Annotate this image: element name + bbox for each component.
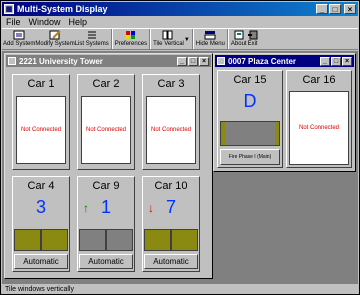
tile-vertical-icon: [162, 30, 174, 40]
toolbar-separator: [149, 29, 152, 49]
car-1-panel[interactable]: Car 1 Not Connected: [12, 74, 70, 170]
car-16-panel[interactable]: Car 16 Not Connected: [286, 70, 352, 168]
toolbar-separator: [191, 29, 194, 49]
not-connected-display: Not Connected: [81, 96, 131, 164]
about-button[interactable]: About: [231, 29, 247, 49]
tile-vertical-button[interactable]: Tile Vertical: [153, 29, 184, 49]
modify-system-icon: [49, 30, 61, 40]
window-system-icon[interactable]: [217, 57, 225, 65]
menu-bar: File Window Help: [2, 16, 358, 28]
app-title: Multi-System Display: [17, 4, 108, 14]
preferences-button[interactable]: Preferences: [115, 29, 147, 49]
car-mode: Automatic: [79, 254, 133, 269]
floor-position: 3: [35, 197, 46, 217]
car-name: Car 15: [233, 74, 267, 86]
preferences-icon: [125, 30, 137, 40]
car-10-panel[interactable]: Car 10 ↓ 7 Automatic: [142, 176, 200, 272]
floor-position: 1: [100, 197, 111, 217]
car-name: Car 1: [27, 78, 55, 90]
door-status: [14, 229, 68, 251]
minimize-button[interactable]: _: [320, 56, 330, 66]
menu-window[interactable]: Window: [29, 17, 61, 27]
about-icon: [233, 30, 245, 40]
not-connected-display: Not Connected: [16, 96, 66, 164]
car-4-panel[interactable]: Car 4 3 Automatic: [12, 176, 70, 272]
app-titlebar[interactable]: ▦ Multi-System Display _ □ ×: [2, 2, 358, 16]
connection-status: Not Connected: [85, 127, 127, 133]
door-status: [144, 229, 198, 251]
floor-position: 7: [165, 197, 176, 217]
toolbar-separator: [110, 29, 113, 49]
dropdown-arrow-icon: ▼: [183, 36, 190, 43]
tile-dropdown-button[interactable]: ▼: [184, 29, 190, 49]
window-title: 2221 University Tower: [19, 56, 103, 66]
car-name: Car 3: [157, 78, 185, 90]
modify-system-button[interactable]: Modify System: [35, 29, 75, 49]
exit-icon: [247, 30, 259, 40]
toolbar-separator: [226, 29, 229, 49]
status-text: Tile windows vertically: [5, 286, 74, 293]
door-status: [79, 229, 133, 251]
main-window: ▦ Multi-System Display _ □ × File Window…: [0, 0, 360, 295]
car-3-panel[interactable]: Car 3 Not Connected: [142, 74, 200, 170]
connection-status: Not Connected: [20, 127, 62, 133]
car-2-panel[interactable]: Car 2 Not Connected: [77, 74, 135, 170]
add-system-button[interactable]: Add System: [3, 29, 35, 49]
menu-file[interactable]: File: [6, 17, 21, 27]
menu-help[interactable]: Help: [69, 17, 88, 27]
door-status: [220, 121, 280, 146]
status-bar: Tile windows vertically: [2, 283, 358, 294]
car-15-panel[interactable]: Car 15 D Fire Phase I (Main): [217, 70, 283, 168]
app-icon[interactable]: ▦: [4, 4, 14, 14]
window-system-icon[interactable]: [8, 57, 16, 65]
not-connected-display: Not Connected: [289, 91, 349, 165]
add-system-icon: [13, 30, 25, 40]
exit-button[interactable]: Exit: [247, 29, 259, 49]
car-mode: Fire Phase I (Main): [220, 149, 280, 165]
hide-menu-button[interactable]: Hide Menu: [196, 29, 225, 49]
plaza-center-titlebar[interactable]: 0007 Plaza Center _ □ ×: [215, 55, 354, 67]
minimize-button[interactable]: _: [177, 56, 187, 66]
hide-menu-icon: [204, 30, 216, 40]
toolbar: Add System Modify System List Systems Pr…: [2, 28, 358, 50]
maximize-button[interactable]: □: [331, 56, 341, 66]
list-systems-icon: [86, 30, 98, 40]
university-tower-titlebar[interactable]: 2221 University Tower _ □ ×: [6, 55, 211, 67]
car-mode: Automatic: [14, 254, 68, 269]
not-connected-display: Not Connected: [146, 96, 196, 164]
connection-status: Not Connected: [150, 127, 192, 133]
car-name: Car 10: [154, 180, 188, 192]
minimize-button[interactable]: _: [316, 4, 328, 14]
car-name: Car 4: [27, 180, 55, 192]
close-button[interactable]: ×: [342, 56, 352, 66]
floor-position: D: [243, 91, 257, 111]
car-mode: Automatic: [144, 254, 198, 269]
maximize-button[interactable]: □: [329, 4, 341, 14]
close-button[interactable]: ×: [344, 4, 356, 14]
mdi-workspace: 2221 University Tower _ □ × Car 1 Not Co…: [2, 51, 358, 283]
car-name: Car 9: [92, 180, 120, 192]
connection-status: Not Connected: [298, 125, 340, 131]
car-name: Car 2: [92, 78, 120, 90]
window-title: 0007 Plaza Center: [228, 56, 297, 66]
car-9-panel[interactable]: Car 9 ↑ 1 Automatic: [77, 176, 135, 272]
maximize-button[interactable]: □: [188, 56, 198, 66]
plaza-center-window: 0007 Plaza Center _ □ × Car 15 D Fire Ph…: [213, 53, 356, 172]
close-button[interactable]: ×: [199, 56, 209, 66]
car-name: Car 16: [302, 74, 336, 86]
list-systems-button[interactable]: List Systems: [75, 29, 109, 49]
university-tower-window: 2221 University Tower _ □ × Car 1 Not Co…: [4, 53, 213, 279]
